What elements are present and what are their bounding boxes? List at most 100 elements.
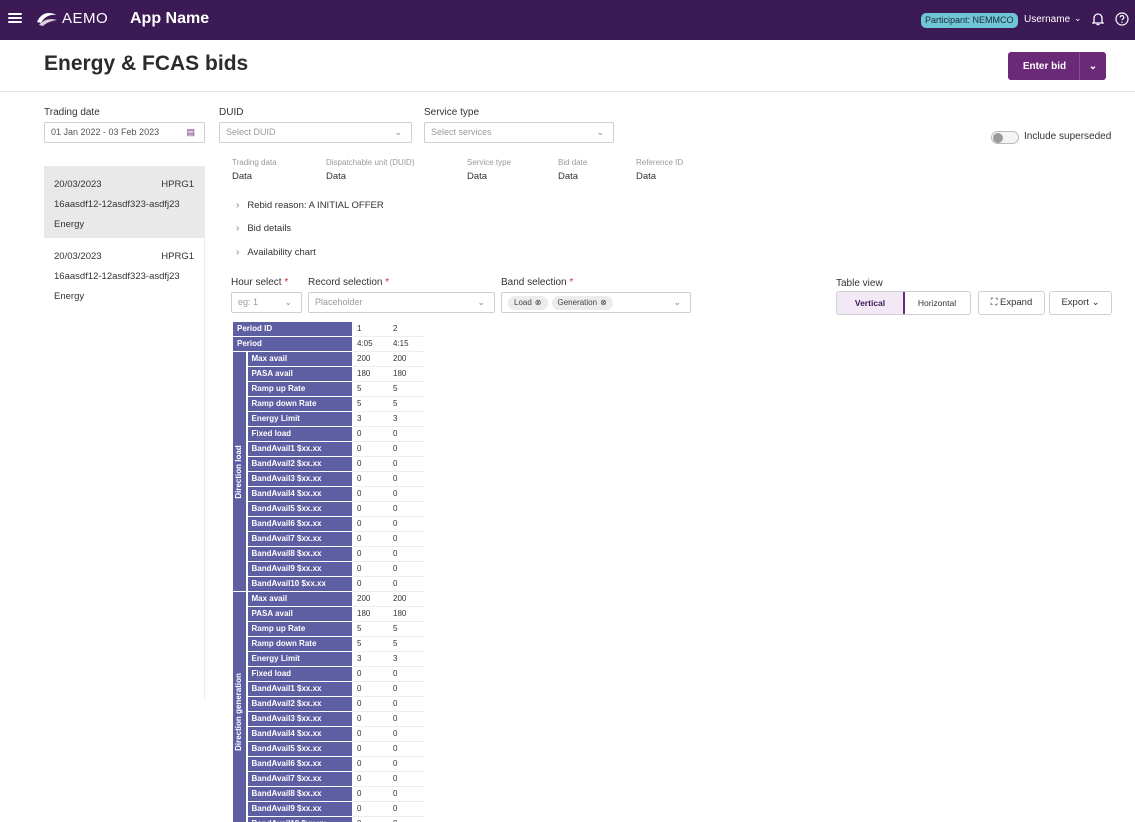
band-tag-load[interactable]: Load ⊗ [508,296,548,310]
expand-button[interactable]: ⛶ Expand [978,291,1045,315]
table-cell[interactable]: 5 [388,621,425,637]
table-cell[interactable]: 0 [388,501,425,517]
table-cell[interactable]: 0 [352,501,389,517]
table-cell[interactable]: 0 [388,471,425,487]
table-cell[interactable]: 200 [352,591,389,607]
table-cell[interactable]: 0 [388,546,425,562]
table-cell[interactable]: 0 [388,711,425,727]
table-cell[interactable]: 3 [388,651,425,667]
table-cell[interactable]: 5 [352,621,389,637]
table-cell[interactable]: 0 [388,666,425,682]
table-cell[interactable]: 1 [352,321,389,337]
table-cell[interactable]: 0 [352,771,389,787]
chevron-down-icon[interactable]: ⌄ [477,293,485,312]
table-cell[interactable]: 0 [352,666,389,682]
aemo-logo[interactable]: AEMO [36,9,108,27]
menu-icon[interactable] [8,11,22,25]
hour-select[interactable]: eg: 1 ⌄ [231,292,302,313]
table-cell[interactable]: 0 [388,756,425,772]
table-cell[interactable]: 0 [388,741,425,757]
chevron-down-icon[interactable]: ⌄ [394,123,402,142]
table-cell[interactable]: 180 [388,366,425,382]
table-cell[interactable]: 0 [352,456,389,472]
enter-bid-button[interactable]: Enter bid ⌄ [1008,52,1106,80]
table-cell[interactable]: 5 [352,396,389,412]
table-cell[interactable]: 0 [352,711,389,727]
table-cell[interactable]: 0 [388,576,425,592]
accordion-availability-chart[interactable]: › Availability chart [236,247,316,258]
table-cell[interactable]: 0 [352,696,389,712]
table-cell[interactable]: 2 [388,321,425,337]
trading-date-input[interactable]: 01 Jan 2022 - 03 Feb 2023 ▤ [44,122,205,143]
table-cell[interactable]: 0 [388,561,425,577]
bell-icon[interactable] [1091,12,1105,31]
table-cell[interactable]: 0 [388,681,425,697]
table-cell[interactable]: 180 [352,606,389,622]
chevron-down-icon[interactable]: ⌄ [1074,13,1082,24]
bid-list-item[interactable]: 20/03/2023 HPRG1 16aasdf12-12asdf323-asd… [44,238,204,310]
table-cell[interactable]: 0 [388,441,425,457]
table-cell[interactable]: 0 [388,801,425,817]
band-tag-generation[interactable]: Generation ⊗ [551,296,613,310]
table-cell[interactable]: 0 [388,786,425,802]
table-cell[interactable]: 0 [352,681,389,697]
chevron-down-icon[interactable]: ⌄ [284,293,292,312]
enter-bid-label[interactable]: Enter bid [1008,61,1079,72]
chevron-down-icon[interactable]: ⌄ [673,293,681,312]
table-cell[interactable]: 0 [388,771,425,787]
chevron-down-icon[interactable]: ⌄ [596,123,604,142]
duid-select[interactable]: Select DUID ⌄ [219,122,412,143]
table-cell[interactable]: 3 [352,411,389,427]
table-cell[interactable]: 5 [388,381,425,397]
help-icon[interactable] [1115,12,1129,31]
table-cell[interactable]: 200 [388,351,425,367]
table-cell[interactable]: 200 [352,351,389,367]
table-cell[interactable]: 0 [352,561,389,577]
table-cell[interactable]: 4:15 [388,336,425,352]
table-cell[interactable]: 0 [388,531,425,547]
bid-list-item[interactable]: 20/03/2023 HPRG1 16aasdf12-12asdf323-asd… [44,166,204,238]
table-cell[interactable]: 0 [388,726,425,742]
accordion-bid-details[interactable]: › Bid details [236,223,291,234]
table-cell[interactable]: 0 [352,486,389,502]
table-cell[interactable]: 0 [352,726,389,742]
table-cell[interactable]: 0 [352,516,389,532]
table-cell[interactable]: 0 [352,756,389,772]
table-cell[interactable]: 0 [352,441,389,457]
table-cell[interactable]: 0 [352,426,389,442]
record-selection-select[interactable]: Placeholder ⌄ [308,292,495,313]
table-cell[interactable]: 0 [352,786,389,802]
include-superseded-toggle[interactable] [991,131,1019,144]
table-cell[interactable]: 0 [388,696,425,712]
export-button[interactable]: Export ⌄ [1049,291,1112,315]
chevron-down-icon[interactable]: ⌄ [1080,61,1106,72]
table-cell[interactable]: 4:05 [352,336,389,352]
table-cell[interactable]: 0 [388,816,425,822]
table-cell[interactable]: 5 [352,636,389,652]
table-cell[interactable]: 200 [388,591,425,607]
table-cell[interactable]: 0 [352,576,389,592]
service-type-select[interactable]: Select services ⌄ [424,122,614,143]
table-cell[interactable]: 0 [388,486,425,502]
table-cell[interactable]: 0 [388,426,425,442]
vertical-view-button[interactable]: Vertical [837,292,905,314]
table-cell[interactable]: 0 [352,531,389,547]
table-cell[interactable]: 180 [352,366,389,382]
table-cell[interactable]: 0 [352,546,389,562]
participant-badge[interactable]: Participant: NEMMCO [921,13,1018,28]
horizontal-view-button[interactable]: Horizontal [904,292,970,314]
band-selection-select[interactable]: Load ⊗ Generation ⊗ ⌄ [501,292,691,313]
table-cell[interactable]: 0 [388,516,425,532]
accordion-rebid-reason[interactable]: › Rebid reason: A INITIAL OFFER [236,200,384,211]
table-cell[interactable]: 3 [388,411,425,427]
table-cell[interactable]: 3 [352,651,389,667]
table-cell[interactable]: 180 [388,606,425,622]
table-cell[interactable]: 0 [352,471,389,487]
table-cell[interactable]: 5 [388,636,425,652]
table-cell[interactable]: 0 [388,456,425,472]
table-cell[interactable]: 0 [352,816,389,822]
username-menu[interactable]: Username [1024,13,1070,27]
calendar-icon[interactable]: ▤ [186,123,195,142]
table-cell[interactable]: 0 [352,741,389,757]
table-cell[interactable]: 5 [388,396,425,412]
